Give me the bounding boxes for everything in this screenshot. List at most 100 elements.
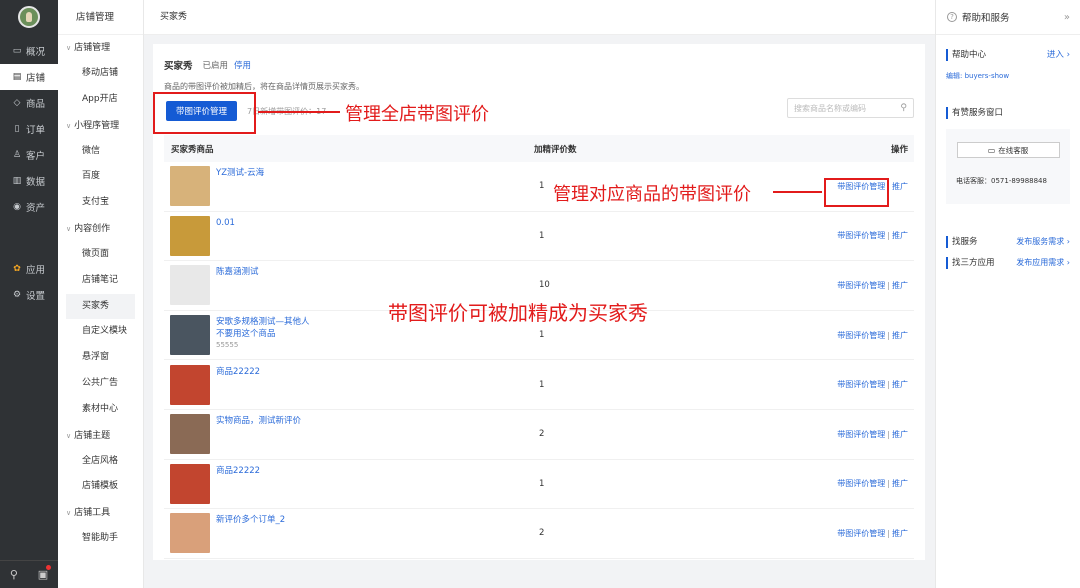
product-thumbnail[interactable]	[170, 414, 210, 455]
promote-link[interactable]: 推广	[892, 281, 908, 290]
rail-item-label: 资产	[26, 203, 46, 214]
chevron-down-icon: ∨	[66, 509, 72, 518]
table-row: 新评价多个订单_2 2 带图评价管理 | 推广	[164, 509, 914, 559]
product-name-link[interactable]: 商品22222	[216, 366, 316, 378]
manage-item-reviews-link[interactable]: 带图评价管理	[837, 380, 885, 389]
subnav-item[interactable]: 悬浮窗	[58, 345, 143, 371]
promote-link[interactable]: 推广	[892, 529, 908, 538]
featured-count: 1	[539, 478, 545, 489]
product-name-link[interactable]: 商品22222	[216, 465, 316, 477]
subnav-item[interactable]: 店铺模板	[58, 474, 143, 500]
subnav-item[interactable]: 买家秀	[66, 293, 135, 320]
subnav-group[interactable]: ∨ 内容创作	[58, 216, 143, 242]
subnav-item[interactable]: App开店	[58, 87, 143, 113]
search-icon[interactable]: ⚲	[10, 568, 18, 581]
find-service-section: 找服务 发布服务需求 › 找三方应用 发布应用需求 ›	[936, 236, 1080, 269]
phone-support: 电话客服：0571-89988848	[956, 177, 1047, 185]
rail-item-orders[interactable]: ▯ 订单	[0, 116, 58, 142]
rail-item-assets[interactable]: ◉ 资产	[0, 194, 58, 220]
manage-item-reviews-link[interactable]: 带图评价管理	[837, 430, 885, 439]
promote-link[interactable]: 推广	[892, 182, 908, 191]
rail-item-shop[interactable]: ▤ 店铺	[0, 64, 58, 90]
product-thumbnail[interactable]	[170, 364, 210, 405]
find-app-label: 找三方应用	[952, 258, 995, 268]
chevron-down-icon: ∨	[66, 224, 72, 233]
subnav-item[interactable]: 公共广告	[58, 371, 143, 397]
help-edit-link[interactable]: 编辑: buyers-show	[946, 71, 1070, 81]
subnav-item[interactable]: 全店风格	[58, 449, 143, 475]
subnav-group-label: 店铺主题	[74, 430, 111, 441]
product-name-link[interactable]: YZ测试-云海	[216, 167, 316, 179]
product-info: 陈嘉涵测试	[216, 265, 316, 278]
rail-item-label: 应用	[26, 265, 46, 276]
online-cs-button[interactable]: ▭ 在线客服	[956, 142, 1060, 158]
publish-service-link[interactable]: 发布服务需求 ›	[1016, 236, 1070, 248]
publish-app-link[interactable]: 发布应用需求 ›	[1016, 257, 1070, 269]
rail-item-apps[interactable]: ✿ 应用	[0, 256, 58, 282]
product-thumbnail[interactable]	[170, 513, 210, 554]
product-name-link[interactable]: 安歌多规格测试—其他人不要用这个商品	[216, 316, 316, 340]
rail-item-goods[interactable]: ◇ 商品	[0, 90, 58, 116]
featured-count: 1	[539, 379, 545, 390]
search-input[interactable]	[794, 103, 901, 113]
product-thumbnail[interactable]	[170, 463, 210, 504]
product-name-link[interactable]: 陈嘉涵测试	[216, 266, 316, 278]
manage-item-reviews-link[interactable]: 带图评价管理	[837, 331, 885, 340]
primary-rail: ▭ 概况 ▤ 店铺 ◇ 商品 ▯ 订单 ♙ 客户 ▥ 数据 ◉ 资产 ✿ 应用 ⚙ 设置 ⚲ ▣	[0, 0, 58, 588]
rail-item-overview[interactable]: ▭ 概况	[0, 38, 58, 64]
product-thumbnail[interactable]	[170, 215, 210, 256]
product-name-link[interactable]: 新评价多个订单_2	[216, 514, 316, 526]
promote-link[interactable]: 推广	[892, 380, 908, 389]
subnav-item[interactable]: 支付宝	[58, 190, 143, 216]
help-center-title: 帮助中心 进入 ›	[946, 49, 1070, 61]
subnav-item[interactable]: 自定义模块	[58, 319, 143, 345]
product-name-link[interactable]: 实物商品，测试新评价	[216, 415, 316, 427]
product-thumbnail[interactable]	[170, 315, 210, 356]
promote-link[interactable]: 推广	[892, 479, 908, 488]
table-row: 商品22222 1 带图评价管理 | 推广	[164, 360, 914, 410]
promote-link[interactable]: 推广	[892, 430, 908, 439]
product-name-link[interactable]: 0.01	[216, 217, 316, 229]
table-row: YZ测试-云海 1 带图评价管理 | 推广	[164, 162, 914, 212]
subnav-item[interactable]: 店铺笔记	[58, 268, 143, 294]
annotation-manage-item: 管理对应商品的带图评价	[553, 184, 751, 205]
rail-item-customers[interactable]: ♙ 客户	[0, 142, 58, 168]
subnav-group[interactable]: ∨ 店铺工具	[58, 500, 143, 526]
row-actions: 带图评价管理 | 推广	[834, 230, 914, 241]
product-thumbnail[interactable]	[170, 166, 210, 207]
chat-icon[interactable]: ▣	[38, 565, 52, 581]
shop-logo[interactable]	[18, 6, 40, 28]
subnav-item[interactable]: 素材中心	[58, 397, 143, 423]
manage-item-reviews-link[interactable]: 带图评价管理	[837, 479, 885, 488]
rail-item-label: 商品	[26, 99, 46, 110]
rail-item-settings[interactable]: ⚙ 设置	[0, 282, 58, 308]
help-header: ? 帮助和服务 »	[936, 0, 1080, 35]
rail-item-label: 概况	[26, 47, 46, 58]
rail-bottom: ⚲ ▣	[0, 560, 58, 588]
promote-link[interactable]: 推广	[892, 331, 908, 340]
search-icon[interactable]: ⚲	[900, 103, 907, 113]
order-icon: ▯	[14, 124, 20, 134]
service-window-title: 有赞服务窗口	[946, 107, 1070, 119]
product-thumbnail[interactable]	[170, 265, 210, 306]
apps-icon: ✿	[13, 264, 21, 274]
promote-link[interactable]: 推广	[892, 231, 908, 240]
manage-item-reviews-link[interactable]: 带图评价管理	[837, 231, 885, 240]
find-service-row: 找服务 发布服务需求 ›	[946, 236, 1070, 248]
rail-item-data[interactable]: ▥ 数据	[0, 168, 58, 194]
manage-item-reviews-link[interactable]: 带图评价管理	[837, 281, 885, 290]
subnav-group[interactable]: ∨ 店铺管理	[58, 35, 143, 61]
collapse-icon[interactable]: »	[1064, 12, 1070, 23]
subnav-item[interactable]: 微页面	[58, 242, 143, 268]
enter-help-center-link[interactable]: 进入 ›	[1047, 49, 1070, 61]
disable-link[interactable]: 停用	[234, 59, 251, 71]
subnav-item[interactable]: 移动店铺	[58, 61, 143, 87]
subnav-group[interactable]: ∨ 小程序管理	[58, 113, 143, 139]
action-separator: |	[887, 429, 890, 439]
subnav-item[interactable]: 百度	[58, 164, 143, 190]
subnav-item[interactable]: 微信	[58, 139, 143, 165]
manage-item-reviews-link[interactable]: 带图评价管理	[837, 529, 885, 538]
subnav-group[interactable]: ∨ 店铺主题	[58, 423, 143, 449]
online-cs-label: 在线客服	[998, 145, 1029, 155]
subnav-item[interactable]: 智能助手	[58, 526, 143, 552]
